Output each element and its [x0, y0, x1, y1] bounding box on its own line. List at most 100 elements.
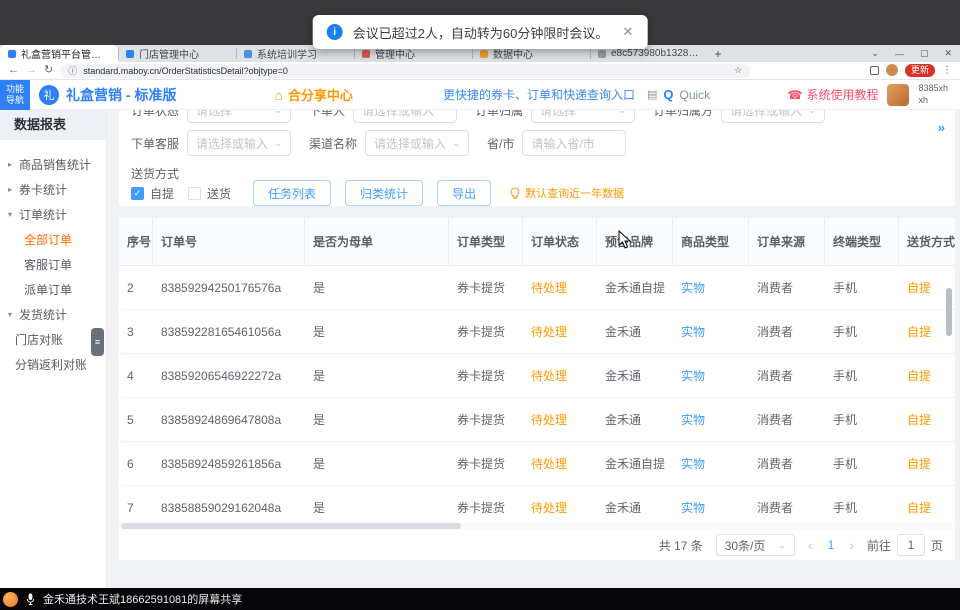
- expand-filters-icon[interactable]: »: [938, 120, 945, 135]
- cell-brand: 金禾通: [597, 411, 673, 428]
- share-center-link[interactable]: ⌂ 合分享中心: [274, 85, 352, 104]
- share-center-icon: ⌂: [274, 87, 282, 103]
- clipboard-icon: ▤: [647, 88, 657, 101]
- prev-page-button[interactable]: ‹: [808, 537, 813, 553]
- filter-input[interactable]: 请选择⌄: [531, 110, 635, 123]
- bookmark-star-icon[interactable]: ☆: [734, 65, 742, 76]
- cell-product_type[interactable]: 实物: [673, 499, 749, 516]
- chevron-icon: ▾: [8, 310, 19, 319]
- browser-update-button[interactable]: 更新: [905, 64, 935, 77]
- vertical-scrollbar-thumb[interactable]: [946, 288, 952, 336]
- sidebar-item-label: 客服订单: [24, 256, 72, 273]
- filter-group: 下单人请选择或输入: [309, 110, 457, 123]
- browser-tab[interactable]: 礼盒营销平台管理中心: [0, 45, 118, 62]
- filter-input[interactable]: 请选择或输入⌄: [721, 110, 825, 123]
- quick-entry-link[interactable]: 更快捷的券卡、订单和快递查询入口: [443, 86, 635, 103]
- screen-share-text: 金禾通技术王斌18662591081的屏幕共享: [43, 591, 242, 607]
- sidebar-item-service-orders[interactable]: 客服订单: [0, 252, 106, 277]
- cell-order_type: 券卡提货: [449, 499, 523, 516]
- tab-search-icon[interactable]: ⌄: [863, 48, 887, 59]
- function-nav-toggle[interactable]: 功能 导航: [0, 80, 30, 110]
- filter-group: 下单客服请选择或输入⌄: [131, 130, 291, 156]
- cell-brand: 金禾通: [597, 323, 673, 340]
- browser-menu-icon[interactable]: ⋮: [942, 65, 952, 76]
- sidebar-item-all-orders[interactable]: 全部订单: [0, 227, 106, 252]
- filter-input[interactable]: 请选择或输入: [353, 110, 457, 123]
- export-button[interactable]: 导出: [437, 180, 491, 206]
- maximize-icon[interactable]: ▢: [912, 48, 937, 59]
- horizontal-scrollbar-thumb[interactable]: [121, 523, 461, 529]
- chevron-down-icon: ⌄: [274, 138, 282, 149]
- sidebar-collapse-handle[interactable]: ≡: [91, 328, 104, 356]
- sidebar-item-order-stats[interactable]: ▾订单统计: [0, 202, 106, 227]
- checkbox-icon: [188, 187, 201, 200]
- page-size-value: 30条/页: [725, 537, 766, 554]
- tutorial-label: 系统使用教程: [806, 86, 878, 103]
- user-avatar[interactable]: [887, 84, 909, 106]
- filter-placeholder: 请选择或输入: [374, 135, 446, 152]
- page-info-icon[interactable]: ⓘ: [68, 64, 77, 77]
- window-close-icon[interactable]: ✕: [936, 48, 960, 59]
- delivery-checkbox[interactable]: 送货: [188, 185, 231, 202]
- cell-brand: 金禾通自提: [597, 455, 673, 472]
- sidebar-item-dispatch-orders[interactable]: 派单订单: [0, 277, 106, 302]
- cell-is_parent: 是: [305, 367, 449, 384]
- horizontal-scrollbar[interactable]: [119, 522, 955, 530]
- filter-input[interactable]: 请选择或输入⌄: [365, 130, 469, 156]
- sidebar-item-label: 发货统计: [19, 306, 67, 323]
- sidebar-item-product-sales-stats[interactable]: ▸商品销售统计: [0, 152, 106, 177]
- checkbox-icon: ✓: [131, 187, 144, 200]
- sidebar-item-label: 订单统计: [19, 206, 67, 223]
- browser-tab[interactable]: 门店管理中心: [118, 45, 236, 62]
- filter-row-2: 下单客服请选择或输入⌄渠道名称请选择或输入⌄省/市请输入省/市: [131, 130, 626, 156]
- forward-icon[interactable]: →: [26, 65, 37, 76]
- new-tab-button[interactable]: +: [708, 45, 728, 62]
- close-icon[interactable]: ✕: [622, 24, 633, 40]
- back-icon[interactable]: ←: [8, 65, 19, 76]
- default-range-hint: 默认查询近一年数据: [509, 185, 624, 201]
- checkbox-label: 自提: [150, 185, 174, 202]
- cell-product_type[interactable]: 实物: [673, 455, 749, 472]
- cell-product_type[interactable]: 实物: [673, 323, 749, 340]
- cell-brand: 金禾通: [597, 367, 673, 384]
- next-page-button[interactable]: ›: [849, 537, 854, 553]
- brand-logo-icon: 礼: [39, 85, 59, 105]
- app-header: 功能 导航 礼 礼盒营销 - 标准版 ⌂ 合分享中心 更快捷的券卡、订单和快递查…: [0, 80, 960, 110]
- cell-product_type[interactable]: 实物: [673, 411, 749, 428]
- filter-input[interactable]: 请输入省/市: [522, 130, 626, 156]
- sidebar-item-distribution-rebate[interactable]: 分销返利对账: [0, 352, 106, 377]
- filter-placeholder: 请选择或输入: [730, 110, 802, 119]
- filter-input[interactable]: 请选择⌄: [187, 110, 291, 123]
- page-size-select[interactable]: 30条/页 ⌄: [716, 534, 795, 556]
- chevron-icon: ▾: [8, 210, 19, 219]
- delivery-checkbox[interactable]: ✓ 自提: [131, 185, 174, 202]
- sidebar-item-card-stats[interactable]: ▸券卡统计: [0, 177, 106, 202]
- cell-product_type[interactable]: 实物: [673, 367, 749, 384]
- page-number-current[interactable]: 1: [826, 538, 837, 552]
- chevron-icon: ▸: [8, 160, 19, 169]
- extensions-icon[interactable]: [870, 66, 879, 75]
- column-header: 序号: [119, 218, 153, 265]
- browser-profile-avatar[interactable]: [886, 64, 898, 76]
- tutorial-link[interactable]: ☎ 系统使用教程: [788, 86, 879, 103]
- group-stats-button[interactable]: 归类统计: [345, 180, 423, 206]
- cell-delivery: 自提: [899, 367, 955, 384]
- cell-product_type[interactable]: 实物: [673, 279, 749, 296]
- cell-status: 待处理: [523, 279, 597, 296]
- sidebar-item-shipping-stats[interactable]: ▾发货统计: [0, 302, 106, 327]
- filter-placeholder: 请选择: [540, 110, 576, 119]
- filter-group: 省/市请输入省/市: [487, 130, 626, 156]
- goto-page-input[interactable]: [897, 534, 925, 556]
- filter-label: 订单状态: [131, 110, 179, 119]
- filter-input[interactable]: 请选择或输入⌄: [187, 130, 291, 156]
- chevron-down-icon: ⌄: [274, 110, 282, 116]
- cell-source: 消费者: [749, 499, 825, 516]
- cell-source: 消费者: [749, 455, 825, 472]
- filters-panel: 订单状态请选择⌄下单人请选择或输入订单归属请选择⌄订单归属方请选择或输入⌄ 下单…: [119, 110, 955, 206]
- cell-status: 待处理: [523, 323, 597, 340]
- url-bar[interactable]: ⓘ standard.maboy.cn/OrderStatisticsDetai…: [60, 64, 750, 78]
- reload-icon[interactable]: ↻: [44, 65, 53, 76]
- column-header: 订单状态: [523, 218, 597, 265]
- minimize-icon[interactable]: —: [887, 49, 912, 59]
- task-list-button[interactable]: 任务列表: [253, 180, 331, 206]
